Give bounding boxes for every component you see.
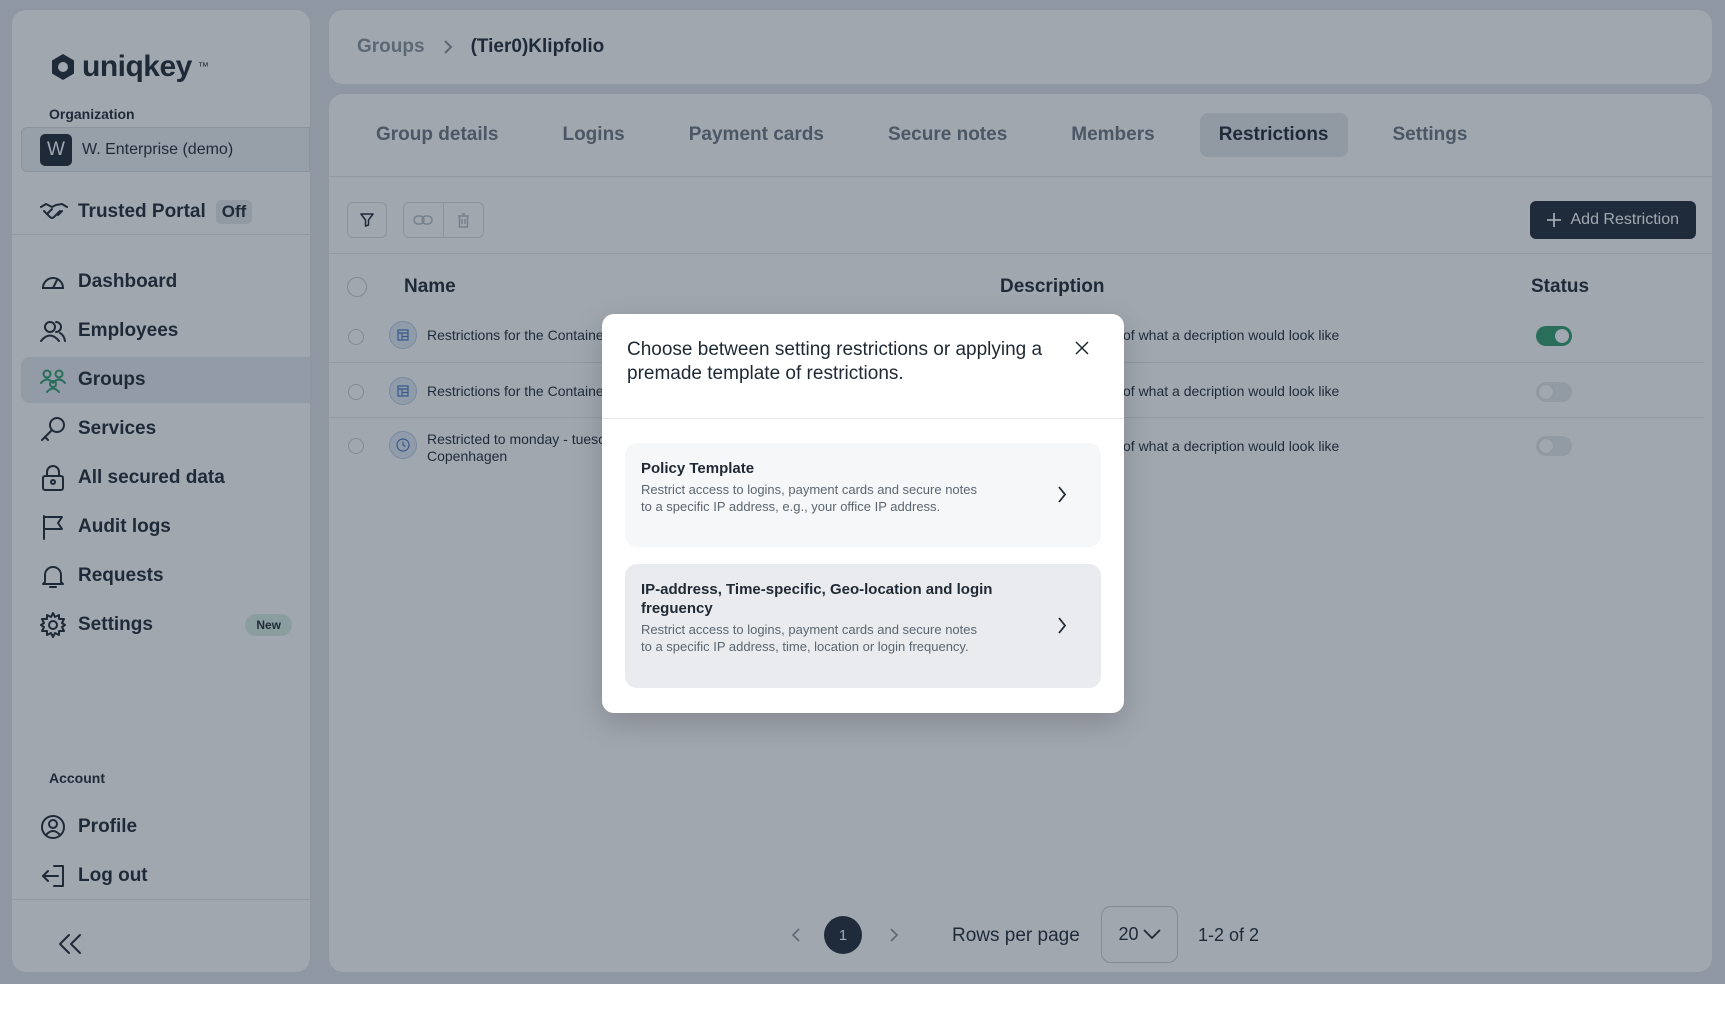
close-icon <box>1075 341 1089 355</box>
app-root: uniqkey ™ Organization W W. Enterprise (d… <box>0 0 1725 984</box>
chevron-right-icon <box>1058 617 1067 634</box>
close-button[interactable] <box>1075 341 1089 360</box>
option-description: Restrict access to logins, payment cards… <box>641 622 977 654</box>
option-title: Policy Template <box>641 460 755 477</box>
option-custom-restriction[interactable]: IP-address, Time-specific, Geo-location … <box>625 564 1101 688</box>
option-title: IP-address, Time-specific, Geo-location … <box>641 581 993 617</box>
option-policy-template[interactable]: Policy Template Restrict access to login… <box>625 443 1101 547</box>
modal-divider <box>602 418 1124 419</box>
modal-title: Choose between setting restrictions or a… <box>627 339 1043 384</box>
choose-restriction-modal: Choose between setting restrictions or a… <box>602 314 1124 713</box>
option-description: Restrict access to logins, payment cards… <box>641 482 977 514</box>
chevron-right-icon <box>1058 486 1067 503</box>
